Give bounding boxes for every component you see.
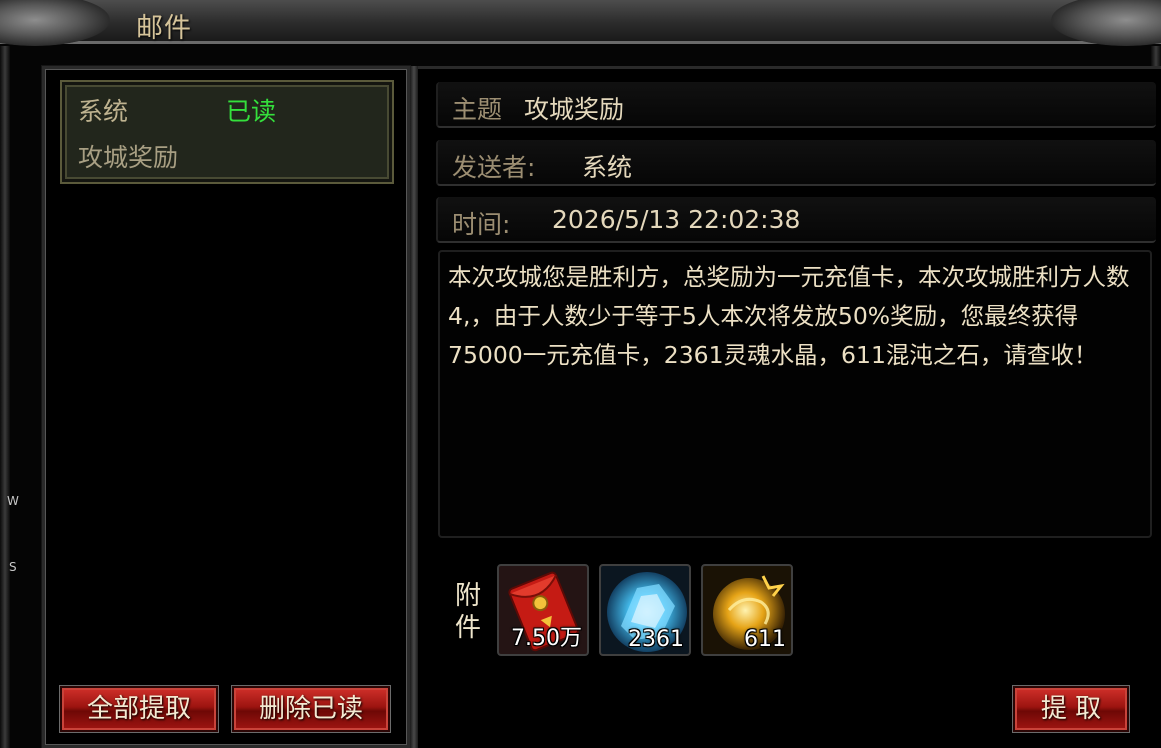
attachment-slot-soul-crystal[interactable]: 2361 [599,564,691,656]
attachment-slot-chaos-stone[interactable]: 611 [701,564,793,656]
attachment-count: 7.50万 [511,626,582,651]
mail-body-box: 本次攻城您是胜利方，总奖励为一元充值卡，本次攻城胜利方人数4,，由于人数少于等于… [438,250,1152,538]
corner-ornament [1051,0,1161,46]
mail-body-text: 本次攻城您是胜利方，总奖励为一元充值卡，本次攻城胜利方人数4,，由于人数少于等于… [448,263,1130,369]
time-value: 2026/5/13 22:02:38 [552,205,801,234]
subject-row: 主题 攻城奖励 [436,82,1156,128]
sender-value: 系统 [582,153,633,182]
sender-row: 发送者: 系统 [436,140,1156,186]
window-frame-left [0,46,10,748]
mail-item-subject: 攻城奖励 [78,143,179,172]
window-title: 邮件 [136,13,192,44]
mail-item-sender: 系统 [78,97,129,126]
panel-divider [410,66,418,748]
delete-read-button[interactable]: 删除已读 [231,685,391,733]
hud-key-s: S [9,560,17,574]
subject-value: 攻城奖励 [524,95,625,124]
subject-label: 主题 [452,95,503,124]
mail-list-item[interactable]: 系统 已读 攻城奖励 [60,80,394,184]
mail-item-status: 已读 [226,97,277,126]
attachment-count: 611 [744,627,786,652]
attachment-count: 2361 [628,627,684,652]
attachments-label: 附件 [455,581,482,643]
time-row: 时间: 2026/5/13 22:02:38 [436,197,1156,243]
time-label: 时间: [452,210,511,239]
window-titlebar: 邮件 [0,0,1161,46]
hud-key-w: W [7,494,19,508]
sender-label: 发送者: [452,153,536,182]
corner-ornament [0,0,110,46]
attachment-slot-red-envelope[interactable]: 7.50万 [497,564,589,656]
claim-all-button[interactable]: 全部提取 [59,685,219,733]
claim-button[interactable]: 提 取 [1012,685,1130,733]
